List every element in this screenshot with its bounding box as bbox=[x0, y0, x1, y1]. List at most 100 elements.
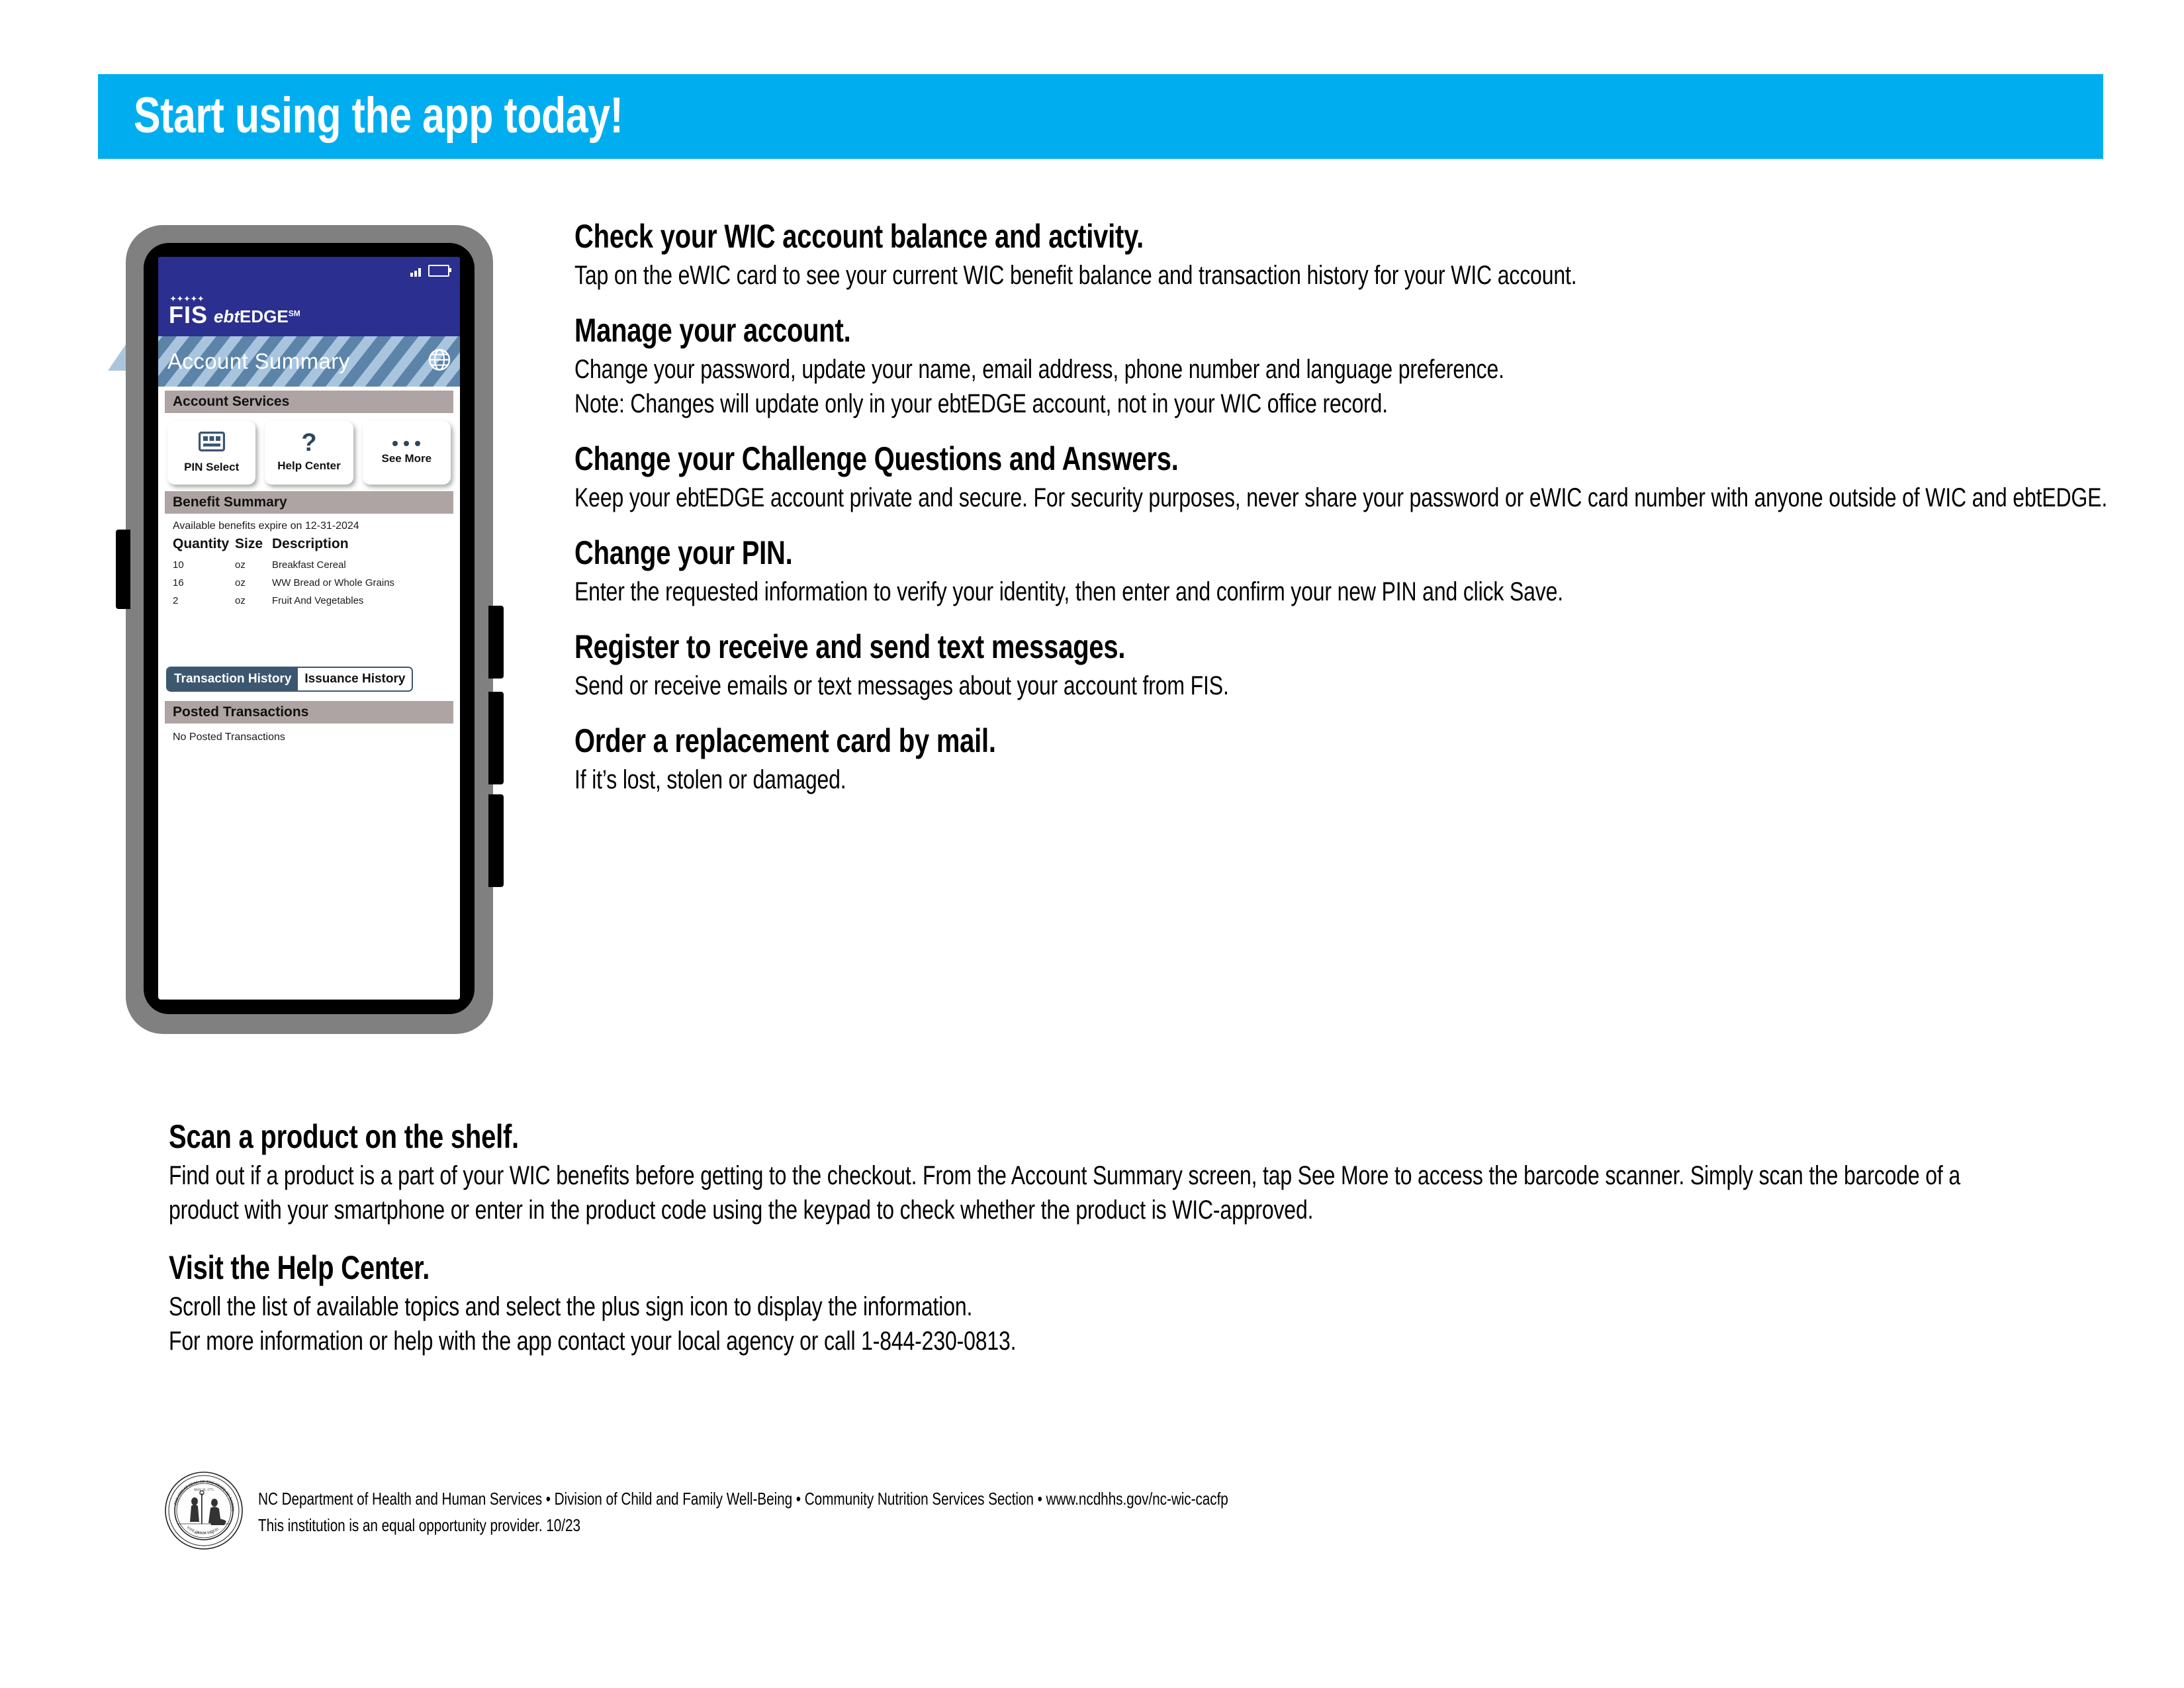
fis-logo-icon: ✦✦✦✦✦ FIS bbox=[169, 296, 208, 328]
footer-text: NC Department of Health and Human Servic… bbox=[258, 1471, 1471, 1539]
cell-quantity: 2 bbox=[173, 595, 179, 606]
table-row: 16 oz WW Bread or Whole Grains bbox=[173, 574, 451, 592]
cell-size: oz bbox=[235, 595, 246, 606]
globe-icon[interactable] bbox=[427, 348, 452, 376]
phone-mockup: ✦✦✦✦✦ FIS ebtEDGESM Account Summary Acco… bbox=[108, 225, 513, 1046]
tab-transaction-history[interactable]: Transaction History bbox=[167, 668, 298, 690]
tab-issuance-history[interactable]: Issuance History bbox=[298, 668, 412, 690]
app-header: ✦✦✦✦✦ FIS ebtEDGESM bbox=[158, 257, 460, 336]
cell-description: Fruit And Vegetables bbox=[272, 595, 364, 606]
feature-heading: Scan a product on the shelf. bbox=[169, 1119, 2154, 1154]
keypad-card-icon bbox=[198, 432, 225, 455]
feature-body-line-2: Note: Changes will update only in your e… bbox=[574, 387, 2143, 421]
column-header-size: Size bbox=[235, 536, 263, 551]
feature-body: Find out if a product is a part of your … bbox=[169, 1158, 2022, 1227]
feature-help-center: Visit the Help Center. Scroll the list o… bbox=[169, 1250, 2154, 1358]
page-banner: Start using the app today! bbox=[98, 74, 2103, 159]
feature-heading-text: Scan a product on the shelf. bbox=[169, 1118, 519, 1155]
feature-body-text: Send or receive emails or text messages … bbox=[574, 671, 1229, 700]
feature-body: If it’s lost, stolen or damaged. bbox=[574, 763, 2143, 797]
feature-heading-text: Order a replacement card by mail. bbox=[574, 722, 996, 759]
feature-body: Enter the requested information to verif… bbox=[574, 575, 1872, 609]
screen-title: Account Summary bbox=[167, 349, 350, 373]
signal-bars-icon bbox=[410, 268, 421, 277]
feature-manage-account: Manage your account. Change your passwor… bbox=[574, 312, 2143, 421]
table-header-row: Quantity Size Description bbox=[173, 535, 451, 556]
bottom-feature-list: Scan a product on the shelf. Find out if… bbox=[169, 1119, 2154, 1378]
cell-size: oz bbox=[235, 577, 246, 588]
feature-scan-product: Scan a product on the shelf. Find out if… bbox=[169, 1119, 2154, 1227]
ebtedge-prefix: ebt bbox=[214, 306, 240, 326]
tile-label: PIN Select bbox=[184, 461, 240, 473]
feature-challenge-questions: Change your Challenge Questions and Answ… bbox=[574, 441, 2143, 515]
section-header-account-services: Account Services bbox=[165, 391, 453, 413]
feature-replacement-card: Order a replacement card by mail. If it’… bbox=[574, 723, 2143, 797]
feature-heading-text: Check your WIC account balance and activ… bbox=[574, 218, 1144, 255]
feature-heading: Check your WIC account balance and activ… bbox=[574, 218, 2143, 254]
feature-change-pin: Change your PIN. Enter the requested inf… bbox=[574, 535, 2143, 609]
fis-brand-text: FIS bbox=[169, 301, 208, 328]
cell-description: Breakfast Cereal bbox=[272, 559, 346, 571]
feature-body-text: Scroll the list of available topics and … bbox=[169, 1292, 973, 1321]
nc-state-seal-icon: THE GREAT SEAL OF THE STATE OF NORTH CAR… bbox=[163, 1468, 244, 1550]
feature-heading: Change your PIN. bbox=[574, 535, 2143, 571]
column-header-quantity: Quantity bbox=[173, 536, 230, 551]
feature-heading-text: Visit the Help Center. bbox=[169, 1249, 430, 1286]
ellipsis-icon bbox=[392, 440, 421, 446]
feature-body: Tap on the eWIC card to see your current… bbox=[574, 258, 2143, 293]
column-header-description: Description bbox=[272, 536, 349, 551]
footer-line-1: NC Department of Health and Human Servic… bbox=[258, 1485, 1471, 1512]
table-row: 2 oz Fruit And Vegetables bbox=[173, 592, 451, 610]
phone-right-button-3 bbox=[488, 794, 504, 887]
footer-line-2-text: This institution is an equal opportunity… bbox=[258, 1515, 580, 1536]
account-services-tiles: PIN Select ? Help Center See More bbox=[158, 413, 460, 491]
cell-quantity: 16 bbox=[173, 577, 184, 588]
feature-heading-text: Change your PIN. bbox=[574, 534, 793, 571]
section-header-label: Posted Transactions bbox=[173, 704, 309, 720]
tile-pin-select[interactable]: PIN Select bbox=[167, 421, 256, 485]
feature-body-line-1: Change your password, update your name, … bbox=[574, 352, 2143, 387]
phone-right-button-1 bbox=[488, 606, 504, 679]
tile-label: See More bbox=[381, 451, 432, 465]
feature-body-line-1: Scroll the list of available topics and … bbox=[169, 1289, 2154, 1324]
section-header-label: Benefit Summary bbox=[173, 494, 287, 510]
tile-label: Help Center bbox=[277, 459, 341, 472]
feature-body-line-2: For more information or help with the ap… bbox=[169, 1324, 2154, 1358]
history-tab-group: Transaction History Issuance History bbox=[166, 667, 414, 692]
tile-help-center[interactable]: ? Help Center bbox=[265, 421, 353, 485]
screen-title-band: Account Summary bbox=[158, 336, 460, 387]
page-title-text: Start using the app today! bbox=[134, 87, 623, 144]
feature-body-text: If it’s lost, stolen or damaged. bbox=[574, 765, 846, 794]
benefit-expiration-note: Available benefits expire on 12-31-2024 bbox=[173, 520, 359, 532]
cell-quantity: 10 bbox=[173, 559, 184, 571]
service-mark: SM bbox=[288, 308, 300, 318]
feature-body-text: Note: Changes will update only in your e… bbox=[574, 389, 1388, 418]
feature-body: Keep your ebtEDGE account private and se… bbox=[574, 481, 2143, 515]
feature-body-text: Change your password, update your name, … bbox=[574, 355, 1504, 384]
section-header-benefit-summary: Benefit Summary bbox=[165, 491, 453, 514]
feature-body-text: Keep your ebtEDGE account private and se… bbox=[574, 483, 2108, 512]
feature-body-text: Find out if a product is a part of your … bbox=[169, 1161, 1961, 1225]
page-title: Start using the app today! bbox=[134, 87, 745, 144]
feature-heading-text: Manage your account. bbox=[574, 312, 851, 349]
ebtedge-wordmark: ebtEDGESM bbox=[214, 308, 300, 327]
footer: THE GREAT SEAL OF THE STATE OF NORTH CAR… bbox=[163, 1468, 1471, 1550]
feature-body-text: For more information or help with the ap… bbox=[169, 1327, 1017, 1356]
feature-heading-text: Change your Challenge Questions and Answ… bbox=[574, 440, 1179, 477]
section-header-label: Account Services bbox=[173, 394, 290, 409]
phone-left-button bbox=[116, 530, 130, 609]
status-bar bbox=[410, 265, 451, 277]
cell-description: WW Bread or Whole Grains bbox=[272, 577, 395, 588]
phone-screen: ✦✦✦✦✦ FIS ebtEDGESM Account Summary Acco… bbox=[158, 257, 460, 1000]
feature-body-text: Tap on the eWIC card to see your current… bbox=[574, 261, 1577, 290]
footer-line-1-text: NC Department of Health and Human Servic… bbox=[258, 1489, 1228, 1509]
benefit-table: Quantity Size Description 10 oz Breakfas… bbox=[173, 535, 451, 610]
feature-body: Send or receive emails or text messages … bbox=[574, 669, 2143, 703]
feature-text-messages: Register to receive and send text messag… bbox=[574, 629, 2143, 703]
section-header-posted-transactions: Posted Transactions bbox=[165, 701, 453, 724]
feature-heading-text: Register to receive and send text messag… bbox=[574, 628, 1126, 665]
feature-heading: Visit the Help Center. bbox=[169, 1250, 2154, 1286]
tile-see-more[interactable]: See More bbox=[362, 421, 451, 485]
battery-icon bbox=[428, 265, 451, 277]
feature-heading: Order a replacement card by mail. bbox=[574, 723, 2143, 759]
